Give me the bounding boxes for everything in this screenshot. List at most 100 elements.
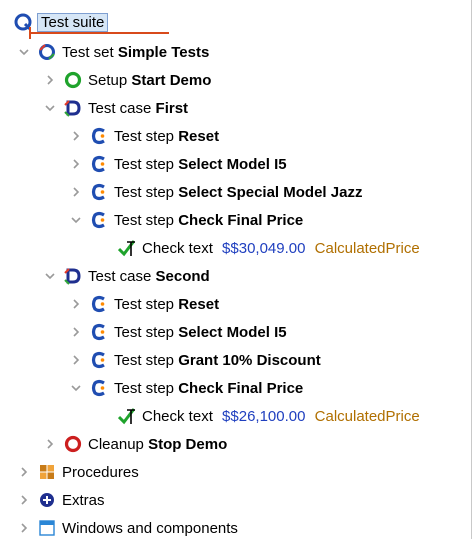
tree-node-test-case-first[interactable]: Test case First <box>44 94 188 122</box>
test-suite-label: Test suite <box>37 12 109 32</box>
test-case-second-label: Test case Second <box>88 268 210 285</box>
step-label: Test step Reset <box>114 296 219 313</box>
check-target: CalculatedPrice <box>314 407 420 425</box>
tree-node-setup[interactable]: Setup Start Demo <box>44 66 211 94</box>
cleanup-name: Stop Demo <box>148 435 228 453</box>
test-step-icon <box>90 323 108 341</box>
test-case-first-prefix: Test case <box>88 99 152 117</box>
tree-node-cleanup[interactable]: Cleanup Stop Demo <box>44 430 227 458</box>
check-text-label: Check text $$30,049.00 CalculatedPrice <box>142 240 420 257</box>
step-prefix: Test step <box>114 155 175 173</box>
step-name: Select Model I5 <box>178 323 287 341</box>
step-prefix: Test step <box>114 183 175 201</box>
chevron-right-icon[interactable] <box>18 494 30 506</box>
step-name: Grant 10% Discount <box>178 351 321 369</box>
tree-node-step-check-final-1[interactable]: Test step Check Final Price <box>70 206 303 234</box>
step-name: Check Final Price <box>178 379 304 397</box>
test-step-icon <box>90 211 108 229</box>
window-icon <box>38 519 56 537</box>
tree-node-step-select-special[interactable]: Test step Select Special Model Jazz <box>70 178 362 206</box>
setup-name: Start Demo <box>131 71 212 89</box>
chevron-right-icon[interactable] <box>70 326 82 338</box>
step-prefix: Test step <box>114 323 175 341</box>
test-set-icon <box>38 43 56 61</box>
setup-icon <box>64 71 82 89</box>
setup-label: Setup Start Demo <box>88 72 211 89</box>
chevron-right-icon[interactable] <box>70 158 82 170</box>
cleanup-icon <box>64 435 82 453</box>
test-case-first-label: Test case First <box>88 100 188 117</box>
chevron-right-icon[interactable] <box>44 438 56 450</box>
tree-node-step-reset-2[interactable]: Test step Reset <box>70 290 219 318</box>
cleanup-prefix: Cleanup <box>88 435 144 453</box>
test-step-icon <box>90 183 108 201</box>
step-name: Reset <box>178 295 220 313</box>
tree-node-windows-components[interactable]: Windows and components <box>18 514 238 542</box>
test-step-icon <box>90 127 108 145</box>
tree-node-extras[interactable]: Extras <box>18 486 105 514</box>
step-name: Check Final Price <box>178 211 304 229</box>
check-text-icon <box>118 407 136 425</box>
extras-label: Extras <box>62 491 105 509</box>
test-case-icon <box>64 99 82 117</box>
tree-node-step-reset-1[interactable]: Test step Reset <box>70 122 219 150</box>
check-target: CalculatedPrice <box>314 239 420 257</box>
step-label: Test step Grant 10% Discount <box>114 352 321 369</box>
chevron-right-icon[interactable] <box>18 522 30 534</box>
step-label: Test step Check Final Price <box>114 212 303 229</box>
chevron-down-icon[interactable] <box>44 270 56 282</box>
chevron-down-icon[interactable] <box>70 214 82 226</box>
tree-node-step-select-model-1[interactable]: Test step Select Model I5 <box>70 150 287 178</box>
test-step-icon <box>90 155 108 173</box>
step-label: Test step Select Special Model Jazz <box>114 184 362 201</box>
test-suite-tree[interactable]: Test suite Test set Simple Tests Setup S… <box>0 0 472 539</box>
chevron-right-icon[interactable] <box>70 186 82 198</box>
windows-components-label: Windows and components <box>62 519 238 537</box>
test-set-prefix: Test set <box>62 43 114 61</box>
test-case-first-name: First <box>155 99 189 117</box>
check-value: $$30,049.00 <box>222 239 306 257</box>
tree-node-step-grant-discount[interactable]: Test step Grant 10% Discount <box>70 346 321 374</box>
check-text-label: Check text $$26,100.00 CalculatedPrice <box>142 408 420 425</box>
extras-icon <box>38 491 56 509</box>
chevron-right-icon[interactable] <box>18 466 30 478</box>
setup-prefix: Setup <box>88 71 128 89</box>
test-case-icon <box>64 267 82 285</box>
tree-node-check-text-1[interactable]: Check text $$30,049.00 CalculatedPrice <box>118 234 420 262</box>
chevron-down-icon[interactable] <box>18 46 30 58</box>
step-label: Test step Check Final Price <box>114 380 303 397</box>
test-case-second-name: Second <box>155 267 210 285</box>
chevron-right-icon[interactable] <box>70 130 82 142</box>
check-prefix: Check text <box>142 239 213 257</box>
check-value: $$26,100.00 <box>222 407 306 425</box>
step-prefix: Test step <box>114 295 175 313</box>
check-prefix: Check text <box>142 407 213 425</box>
tree-node-step-select-model-2[interactable]: Test step Select Model I5 <box>70 318 287 346</box>
step-prefix: Test step <box>114 351 175 369</box>
procedures-label: Procedures <box>62 463 139 481</box>
step-name: Select Special Model Jazz <box>178 183 363 201</box>
tree-node-test-case-second[interactable]: Test case Second <box>44 262 210 290</box>
test-case-second-prefix: Test case <box>88 267 152 285</box>
chevron-down-icon[interactable] <box>44 102 56 114</box>
test-step-icon <box>90 351 108 369</box>
chevron-right-icon[interactable] <box>70 354 82 366</box>
step-prefix: Test step <box>114 379 175 397</box>
procedures-icon <box>38 463 56 481</box>
step-label: Test step Select Model I5 <box>114 156 287 173</box>
tree-node-procedures[interactable]: Procedures <box>18 458 139 486</box>
drag-indicator <box>29 27 169 39</box>
cleanup-label: Cleanup Stop Demo <box>88 436 227 453</box>
test-step-icon <box>90 379 108 397</box>
tree-node-check-text-2[interactable]: Check text $$26,100.00 CalculatedPrice <box>118 402 420 430</box>
step-label: Test step Select Model I5 <box>114 324 287 341</box>
test-set-name: Simple Tests <box>117 43 210 61</box>
test-set-label: Test set Simple Tests <box>62 44 209 61</box>
step-name: Reset <box>178 127 220 145</box>
tree-node-step-check-final-2[interactable]: Test step Check Final Price <box>70 374 303 402</box>
step-prefix: Test step <box>114 127 175 145</box>
chevron-right-icon[interactable] <box>70 298 82 310</box>
tree-node-test-set[interactable]: Test set Simple Tests <box>18 38 209 66</box>
chevron-down-icon[interactable] <box>70 382 82 394</box>
chevron-right-icon[interactable] <box>44 74 56 86</box>
